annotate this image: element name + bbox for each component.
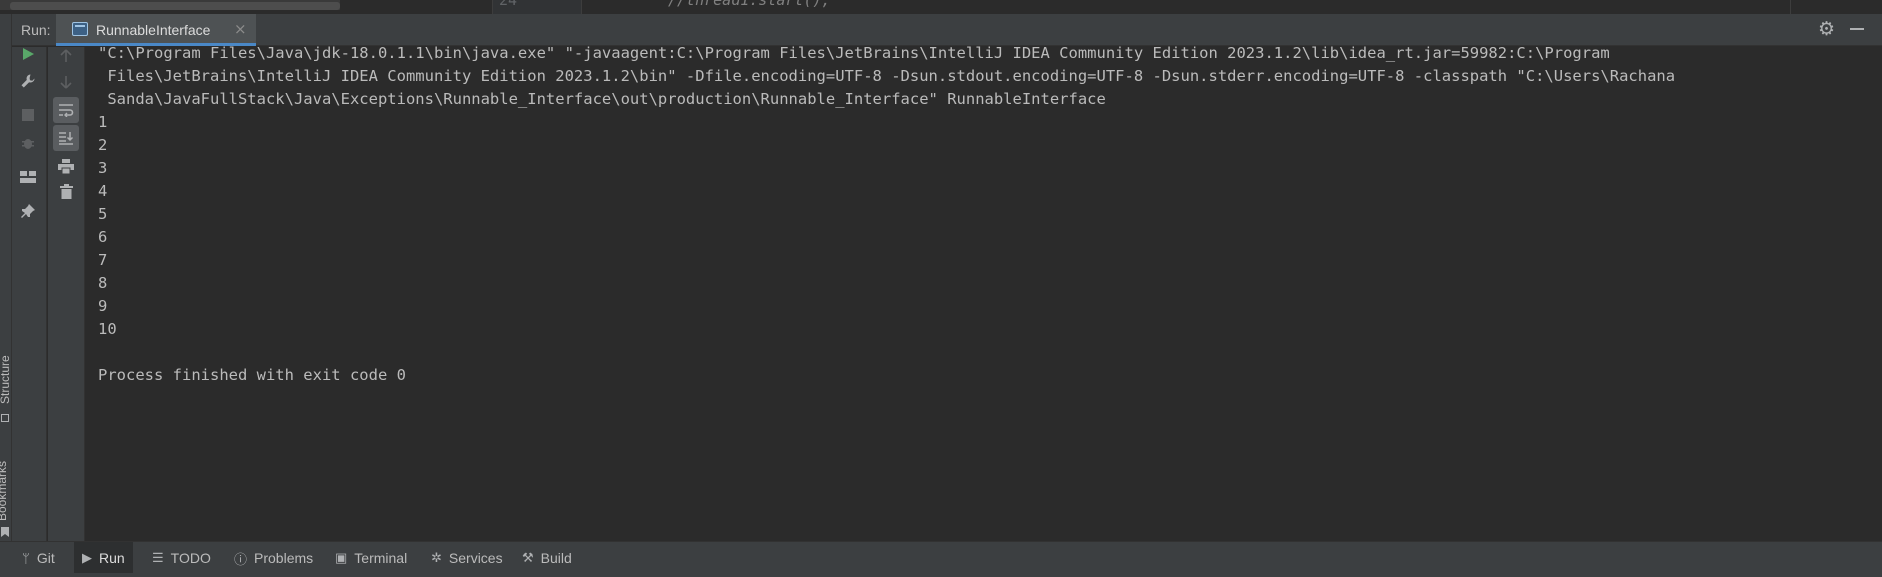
tool-window-problems[interactable]: ⓘ Problems — [226, 542, 321, 574]
list-icon: ☰ — [152, 550, 164, 565]
tool-window-label: Build — [540, 550, 572, 566]
editor-line-number: 24 — [499, 0, 518, 9]
editor-horizontal-scrollbar[interactable] — [0, 0, 340, 10]
previous-occurrence-button[interactable] — [53, 43, 79, 69]
console-line: 4 — [98, 182, 108, 200]
status-bar — [0, 573, 1882, 577]
layout-button[interactable] — [15, 164, 41, 190]
wrench-icon — [21, 74, 35, 88]
bookmark-icon — [1, 527, 9, 537]
run-toolbar-secondary — [48, 47, 85, 541]
tool-window-label: Git — [36, 550, 55, 566]
console-line: 9 — [98, 297, 108, 315]
tool-window-todo[interactable]: ☰ TODO — [144, 542, 219, 574]
console-line: "C:\Program Files\Java\jdk-18.0.1.1\bin\… — [98, 44, 1610, 62]
clear-all-button[interactable] — [53, 178, 79, 204]
tool-window-label: Services — [448, 550, 503, 566]
run-toolbar-primary — [12, 47, 47, 541]
scroll-to-end-button[interactable] — [53, 125, 79, 151]
stop-button[interactable] — [15, 102, 41, 128]
tool-window-label: Run — [99, 550, 125, 566]
close-icon[interactable]: × — [234, 20, 247, 38]
trash-icon — [59, 183, 73, 199]
console-line: 2 — [98, 136, 108, 154]
tool-window-run[interactable]: ▶ Run — [74, 542, 133, 574]
structure-icon — [1, 414, 9, 422]
console-line: 8 — [98, 274, 108, 292]
console-line: 5 — [98, 205, 108, 223]
console-line: Sanda\JavaFullStack\Java\Exceptions\Runn… — [98, 90, 1106, 108]
soft-wrap-button[interactable] — [53, 97, 79, 123]
bookmarks-tab[interactable]: Bookmarks — [0, 441, 9, 521]
console-tab-icon — [72, 22, 88, 36]
scrollbar-thumb[interactable] — [10, 2, 340, 10]
tool-window-label: TODO — [170, 550, 211, 566]
tab-runnable-interface[interactable]: RunnableInterface × — [56, 14, 256, 46]
run-tab-label: RunnableInterface — [96, 22, 211, 38]
tool-window-label: Terminal — [354, 550, 408, 566]
info-icon: ⓘ — [234, 551, 248, 567]
scroll-to-end-icon — [59, 132, 74, 145]
console-output[interactable]: "C:\Program Files\Java\jdk-18.0.1.1\bin\… — [86, 44, 1882, 541]
editor-code-fragment: //thread1.start(); — [668, 0, 831, 9]
process-finished-message: Process finished with exit code 0 — [98, 366, 406, 384]
stop-icon — [22, 109, 34, 121]
play-icon: ▶ — [82, 550, 92, 565]
print-icon — [58, 158, 74, 174]
modify-run-configuration-button[interactable] — [15, 68, 41, 94]
play-icon — [23, 48, 34, 60]
console-line: Files\JetBrains\IntelliJ IDEA Community … — [98, 67, 1676, 85]
next-occurrence-button[interactable] — [53, 69, 79, 95]
left-tool-strip: Structure Bookmarks — [0, 14, 12, 541]
git-branch-icon: ᛘ — [22, 550, 30, 566]
console-line: 7 — [98, 251, 108, 269]
gear-icon[interactable]: ⚙ — [1818, 18, 1835, 40]
run-window-label: Run: — [21, 22, 51, 38]
structure-tab[interactable]: Structure — [0, 334, 11, 404]
tool-window-build[interactable]: ⚒ Build — [514, 542, 580, 574]
bottom-tool-bar: ᛘ Git ▶ Run ☰ TODO ⓘ Problems ▣ Terminal… — [0, 541, 1882, 574]
tool-window-label: Problems — [254, 550, 314, 566]
editor-remnant: 24 //thread1.start(); — [0, 0, 1882, 14]
print-button[interactable] — [53, 153, 79, 179]
run-window-header: Run: RunnableInterface × ⚙ — [12, 14, 1882, 46]
terminal-icon: ▣ — [335, 550, 348, 565]
pin-tab-button[interactable] — [15, 198, 41, 224]
console-line: 6 — [98, 228, 108, 246]
debug-button[interactable] — [15, 130, 41, 156]
bug-icon — [22, 139, 34, 149]
arrow-down-icon — [60, 76, 72, 89]
tool-window-git[interactable]: ᛘ Git — [14, 542, 63, 574]
minimize-icon[interactable] — [1850, 28, 1864, 30]
console-line: 3 — [98, 159, 108, 177]
tool-window-terminal[interactable]: ▣ Terminal — [327, 542, 415, 574]
hammer-icon: ⚒ — [522, 550, 534, 565]
editor-divider — [1790, 0, 1791, 14]
tool-window-services[interactable]: ✲ Services — [423, 542, 511, 574]
services-icon: ✲ — [431, 550, 442, 565]
pin-icon — [21, 204, 35, 218]
arrow-up-icon — [60, 49, 72, 62]
layout-icon — [20, 171, 36, 183]
rerun-button[interactable] — [15, 41, 41, 67]
console-line: 10 — [98, 320, 117, 338]
soft-wrap-icon — [59, 104, 74, 117]
console-line: 1 — [98, 113, 108, 131]
